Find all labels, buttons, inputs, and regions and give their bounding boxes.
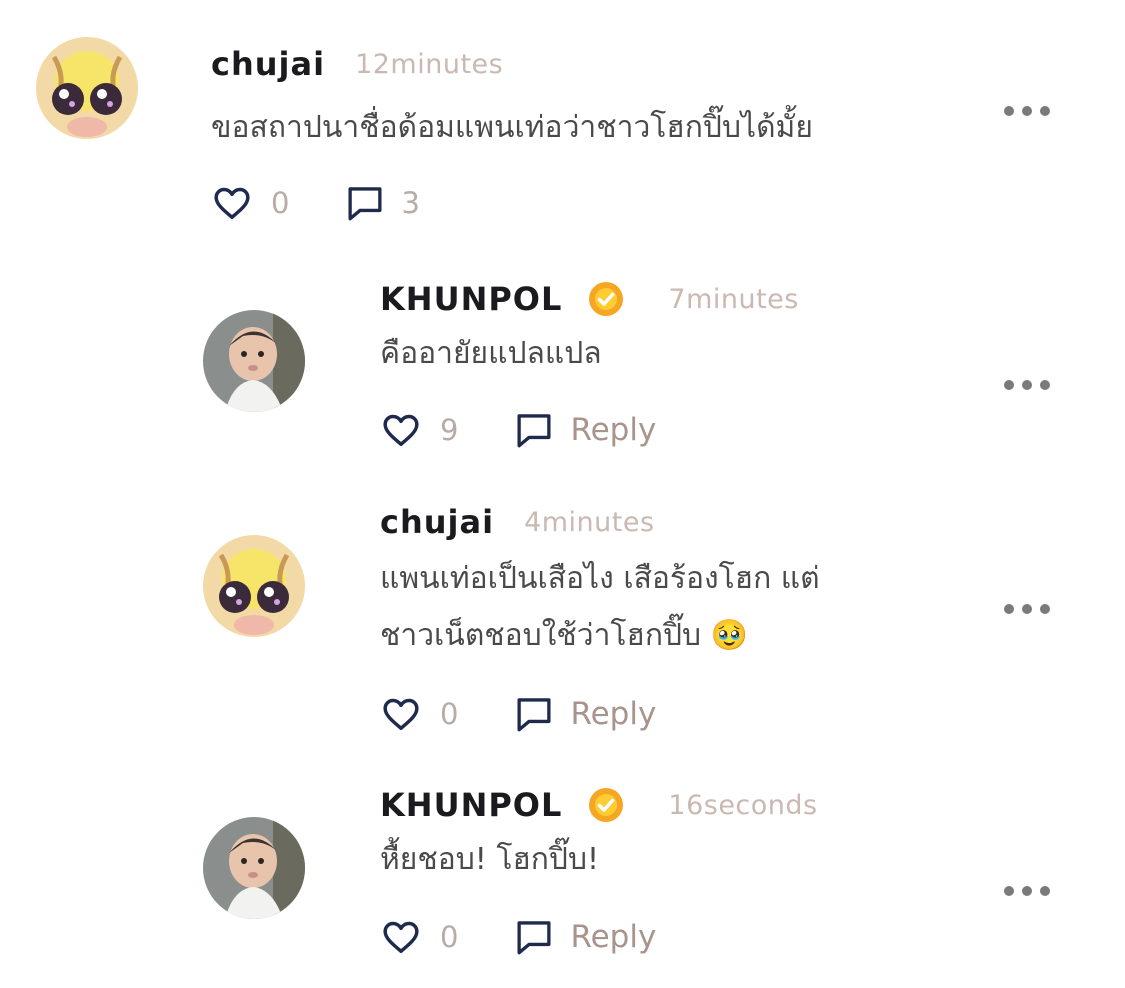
reply-label: Reply xyxy=(570,696,657,732)
more-options-button[interactable] xyxy=(1004,886,1050,898)
more-horizontal-icon xyxy=(1004,604,1014,614)
speech-bubble-icon xyxy=(514,411,554,449)
comment-text: คืออายัยแปลแปล xyxy=(380,325,602,382)
username[interactable]: chujai xyxy=(380,503,494,541)
heart-outline-icon xyxy=(382,919,420,955)
comment-text: หื้ยชอบ! โฮกปิ๊บ! xyxy=(380,831,599,888)
reply-count: 3 xyxy=(401,186,420,220)
comment-line: ชาวเน็ตชอบใช้ว่าโฮกปิ๊บ 🥹 xyxy=(380,618,748,653)
like-button[interactable]: 9 xyxy=(382,412,458,448)
username[interactable]: KHUNPOL xyxy=(380,280,562,318)
comment-line: หื้ยชอบ! โฮกปิ๊บ! xyxy=(380,842,600,877)
timestamp: 4minutes xyxy=(524,506,655,538)
baby-photo-avatar[interactable] xyxy=(203,817,305,919)
comment-text: แพนเท่อเป็นเสือไง เสือร้องโฮก แต่ ชาวเน็… xyxy=(380,550,820,664)
verified-badge-icon xyxy=(588,281,624,317)
cat-avatar[interactable] xyxy=(203,535,305,637)
reply-label: Reply xyxy=(570,919,657,955)
more-horizontal-icon xyxy=(1004,380,1014,390)
speech-bubble-icon xyxy=(514,918,554,956)
more-options-button[interactable] xyxy=(1004,604,1050,616)
like-count: 0 xyxy=(440,697,459,731)
like-count: 0 xyxy=(271,186,290,220)
reply-button[interactable]: Reply xyxy=(514,695,656,733)
timestamp: 16seconds xyxy=(668,789,818,821)
like-count: 9 xyxy=(440,413,459,447)
comment-line: คืออายัยแปลแปล xyxy=(380,336,602,371)
more-options-button[interactable] xyxy=(1004,106,1050,118)
comment-line: แพนเท่อเป็นเสือไง เสือร้องโฮก แต่ xyxy=(380,561,820,596)
baby-photo-avatar[interactable] xyxy=(203,310,305,412)
like-button[interactable]: 0 xyxy=(213,185,289,221)
heart-outline-icon xyxy=(213,185,251,221)
more-horizontal-icon xyxy=(1004,886,1014,896)
cat-avatar[interactable] xyxy=(36,37,138,139)
like-button[interactable]: 0 xyxy=(382,919,458,955)
more-horizontal-icon xyxy=(1004,106,1014,116)
verified-badge-icon xyxy=(588,787,624,823)
speech-bubble-icon xyxy=(345,184,385,222)
username[interactable]: chujai xyxy=(211,45,325,83)
timestamp: 7minutes xyxy=(668,283,799,315)
heart-outline-icon xyxy=(382,696,420,732)
username[interactable]: KHUNPOL xyxy=(380,786,562,824)
like-button[interactable]: 0 xyxy=(382,696,458,732)
comment-text: ขอสถาปนาชื่อด้อมแพนเท่อว่าชาวโฮกปิ๊บได้ม… xyxy=(211,99,813,156)
reply-button[interactable]: Reply xyxy=(514,411,656,449)
comment-line: ขอสถาปนาชื่อด้อมแพนเท่อว่าชาวโฮกปิ๊บได้ม… xyxy=(211,110,813,145)
speech-bubble-icon xyxy=(514,695,554,733)
like-count: 0 xyxy=(440,920,459,954)
heart-outline-icon xyxy=(382,412,420,448)
reply-label: Reply xyxy=(570,412,657,448)
reply-button[interactable]: Reply xyxy=(514,918,656,956)
reply-count-button[interactable]: 3 xyxy=(345,184,420,222)
more-options-button[interactable] xyxy=(1004,380,1050,392)
timestamp: 12minutes xyxy=(355,48,504,80)
